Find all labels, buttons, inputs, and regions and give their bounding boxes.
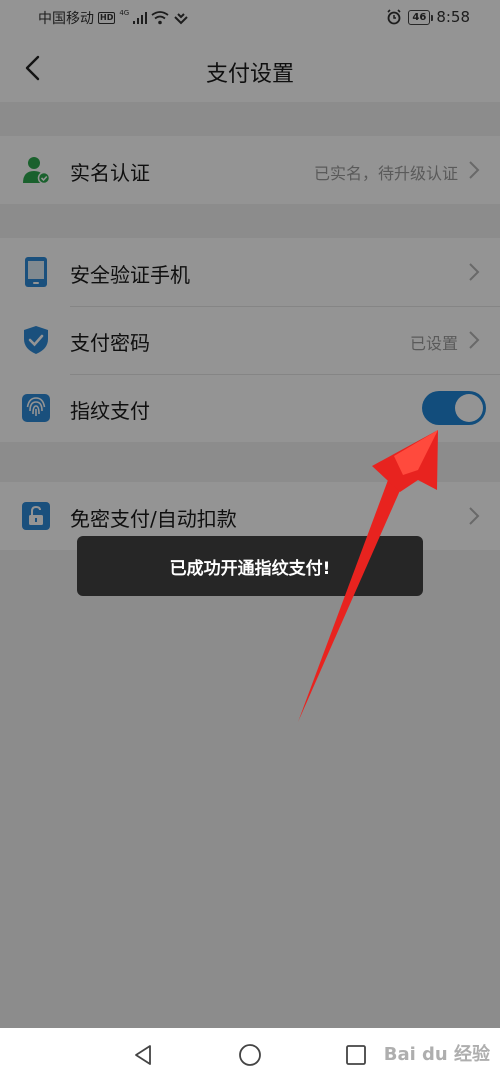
square-recents-icon — [346, 1045, 366, 1065]
nav-home-button[interactable] — [237, 1042, 263, 1068]
dim-overlay — [0, 0, 500, 1028]
watermark-logo: Bai du 经验 — [383, 1044, 490, 1065]
nav-recents-button[interactable] — [343, 1042, 369, 1068]
nav-back-button[interactable] — [130, 1042, 156, 1068]
toast-message: 已成功开通指纹支付! — [77, 536, 423, 596]
triangle-back-icon — [135, 1045, 151, 1065]
circle-home-icon — [239, 1044, 261, 1066]
